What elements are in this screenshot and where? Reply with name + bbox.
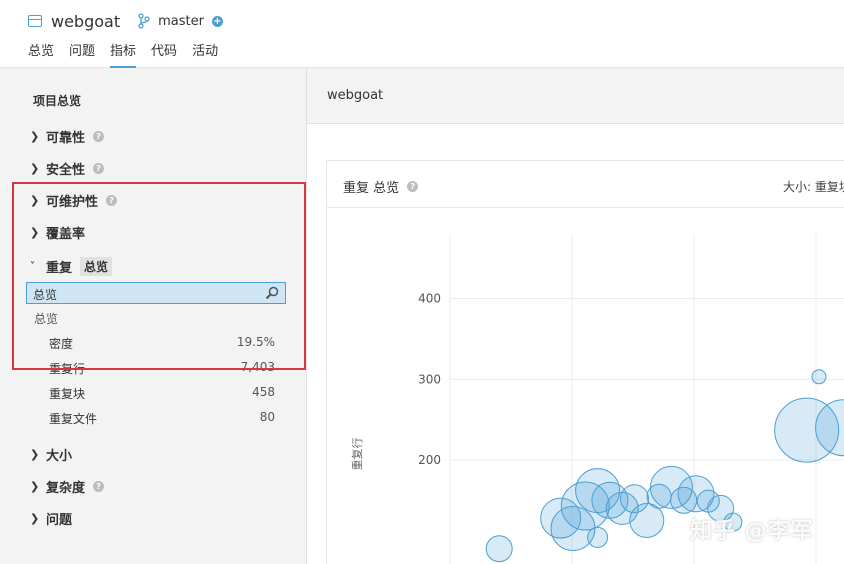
help-icon[interactable]: ? xyxy=(93,480,105,492)
chevron-right-icon: ❯ xyxy=(30,479,40,493)
metric-value: 80 xyxy=(259,410,275,424)
help-icon[interactable]: ? xyxy=(93,130,105,142)
sidebar-item-label: 可靠性 xyxy=(46,130,86,146)
sidebar-item-complexity[interactable]: ❯ 复杂度 ? xyxy=(30,476,105,496)
metric-name: 重复块 xyxy=(49,387,86,401)
bubble[interactable] xyxy=(811,369,827,385)
plus-circle-icon[interactable]: + xyxy=(211,15,223,27)
help-icon[interactable]: ? xyxy=(407,181,419,192)
bubble-chart[interactable]: 200 300 400 重复行 xyxy=(327,209,844,564)
card-title-text: 重复 总览 xyxy=(343,181,400,196)
bubble[interactable] xyxy=(587,526,609,548)
breadcrumb-bar: webgoat xyxy=(307,68,844,124)
branch-name[interactable]: master xyxy=(158,14,204,29)
metric-duplicated-files[interactable]: 重复文件 80 xyxy=(49,410,275,428)
branch-icon xyxy=(138,13,150,29)
project-row: webgoat master + xyxy=(28,10,223,32)
bubble[interactable] xyxy=(550,506,596,551)
folder-icon xyxy=(28,15,42,27)
sidebar-item-reliability[interactable]: ❯ 可靠性 ? xyxy=(30,126,105,146)
top-header: webgoat master + 总览 问题 指标 代码 活动 xyxy=(0,0,844,68)
chevron-right-icon: ❯ xyxy=(30,161,40,175)
project-name[interactable]: webgoat xyxy=(51,12,120,31)
chevron-right-icon: ❯ xyxy=(30,129,40,143)
sidebar-item-security[interactable]: ❯ 安全性 ? xyxy=(30,158,105,178)
sidebar-item-issues[interactable]: ❯ 问题 xyxy=(30,508,72,528)
main-panel: webgoat 重复 总览 ? 大小: 重复块 200 300 400 重复行 xyxy=(307,68,844,564)
tab-activity[interactable]: 活动 xyxy=(192,42,218,68)
nav-tabs: 总览 问题 指标 代码 活动 xyxy=(28,42,233,68)
metric-value: 458 xyxy=(252,385,275,399)
y-tick-label: 200 xyxy=(418,453,441,467)
metric-name: 重复文件 xyxy=(49,412,98,426)
card-header: 重复 总览 ? 大小: 重复块 xyxy=(327,161,844,208)
sidebar-item-label: 大小 xyxy=(46,448,73,464)
sidebar-title: 项目总览 xyxy=(33,94,82,108)
chevron-right-icon: ❯ xyxy=(30,447,40,461)
metric-duplicated-blocks[interactable]: 重复块 458 xyxy=(49,385,275,403)
bubble-chart-card: 重复 总览 ? 大小: 重复块 200 300 400 重复行 xyxy=(326,160,844,564)
sidebar-item-label: 问题 xyxy=(46,512,73,528)
card-title: 重复 总览 ? xyxy=(343,177,419,196)
y-tick-label: 400 xyxy=(418,292,441,306)
watermark: 知乎 @李军 xyxy=(690,519,814,544)
y-tick-label: 300 xyxy=(418,372,441,386)
help-icon[interactable]: ? xyxy=(93,162,105,174)
breadcrumb[interactable]: webgoat xyxy=(327,88,383,103)
tab-overview[interactable]: 总览 xyxy=(28,42,54,68)
tab-code[interactable]: 代码 xyxy=(151,42,177,68)
y-axis-label: 重复行 xyxy=(350,438,364,471)
tab-measures[interactable]: 指标 xyxy=(110,42,137,68)
sidebar-item-label: 安全性 xyxy=(46,162,86,178)
bubble[interactable] xyxy=(485,535,513,563)
sidebar-item-size[interactable]: ❯ 大小 xyxy=(30,444,72,464)
sidebar-item-label: 复杂度 xyxy=(46,480,86,496)
chevron-right-icon: ❯ xyxy=(30,511,40,525)
highlight-box xyxy=(12,182,306,370)
tab-issues[interactable]: 问题 xyxy=(69,42,95,68)
content-area: 重复 总览 ? 大小: 重复块 200 300 400 重复行 xyxy=(307,124,844,564)
size-legend: 大小: 重复块 xyxy=(783,180,844,194)
